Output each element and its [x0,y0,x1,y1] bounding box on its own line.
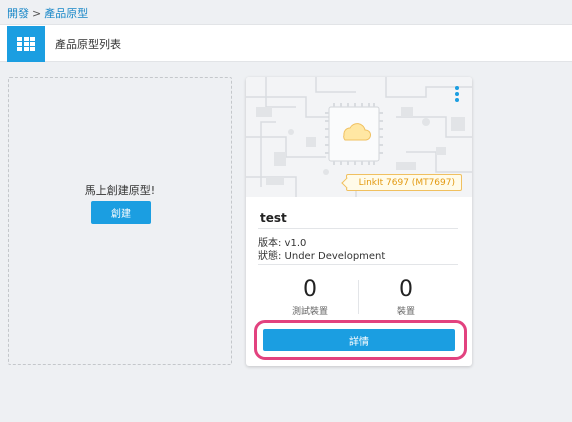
devices-label: 裝置 [396,307,415,317]
page-title: 產品原型列表 [55,38,121,51]
test-devices-label: 測試裝置 [291,307,328,317]
create-prototype-panel: 馬上創建原型! 創建 [8,77,232,365]
chip-tag: LinkIt 7697 (MT7697) [345,174,462,191]
page-header: 產品原型列表 [0,24,572,62]
grid-icon [7,26,45,62]
breadcrumb: 開發 > 產品原型 [7,5,88,21]
details-button[interactable]: 詳情 [263,329,455,351]
create-button[interactable]: 創建 [91,201,151,224]
devices-value: 0 [399,277,413,302]
test-devices-value: 0 [303,277,317,302]
breadcrumb-separator: > [32,7,42,20]
more-options-icon[interactable] [455,86,460,102]
create-prompt: 馬上創建原型! [84,184,156,197]
prototype-name: test [260,211,287,225]
board-image: LinkIt 7697 (MT7697) [246,77,472,197]
breadcrumb-develop[interactable]: 開發 [7,7,29,20]
test-devices-count: 0 測試裝置 [262,277,358,318]
devices-count: 0 裝置 [358,277,454,318]
breadcrumb-prototypes[interactable]: 產品原型 [44,7,88,20]
divider [258,264,458,265]
prototype-card: LinkIt 7697 (MT7697) test 版本: v1.0 狀態: U… [246,77,472,366]
status-text: 狀態: Under Development [258,251,386,262]
divider [258,228,458,229]
